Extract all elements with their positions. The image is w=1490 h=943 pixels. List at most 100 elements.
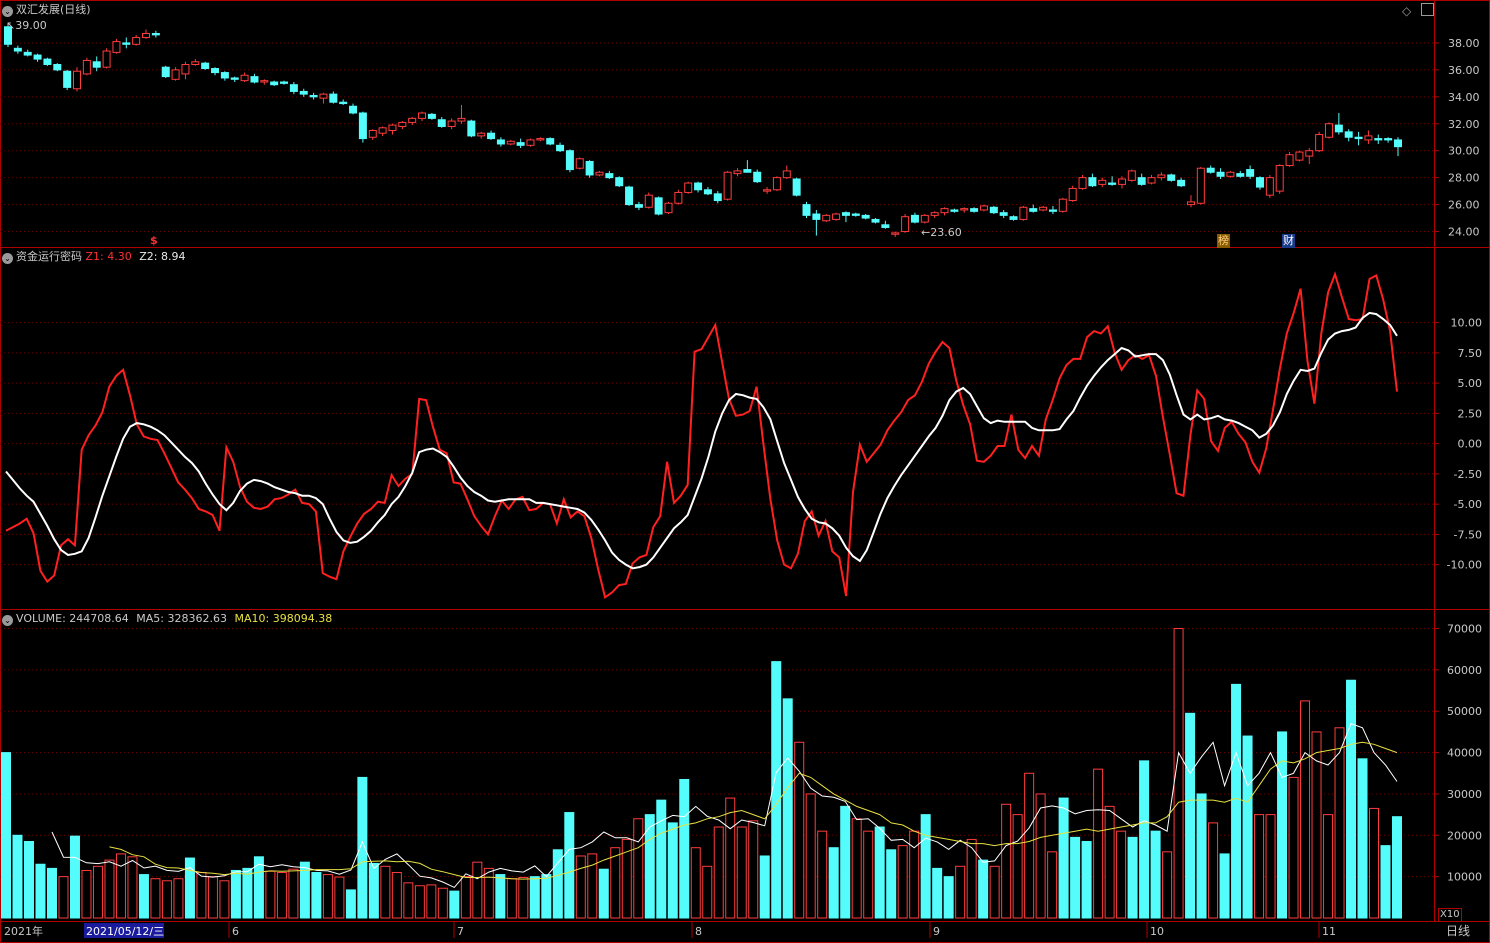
- candle-body: [901, 216, 910, 233]
- z2-label: Z2:: [139, 250, 158, 263]
- candle-body: [408, 117, 417, 123]
- candle-body: [1117, 178, 1126, 185]
- collapse-icon[interactable]: ⌄: [2, 6, 13, 17]
- dollar-marker[interactable]: $: [150, 234, 158, 248]
- candle-body: [457, 117, 466, 122]
- price-panel-title[interactable]: ⌄ 双汇发展(日线): [2, 3, 91, 17]
- volume-bar: [127, 856, 138, 919]
- diamond-icon[interactable]: ◇: [1402, 4, 1411, 18]
- candle-body: [102, 50, 111, 68]
- volume-bar: [334, 876, 345, 919]
- volume-bar: [1300, 700, 1311, 919]
- volume-bar: [656, 799, 667, 919]
- volume-bar: [1311, 731, 1322, 919]
- volume-bar: [920, 814, 931, 919]
- indicator-tick-label: 0.00: [1458, 438, 1483, 451]
- volume-bar: [69, 835, 80, 919]
- candle-body: [812, 213, 821, 220]
- candle-body: [260, 80, 269, 83]
- volume-bar: [242, 867, 253, 919]
- volume-tick-label: 20000: [1447, 829, 1482, 842]
- candle-body: [1147, 177, 1156, 184]
- volume-bar: [782, 698, 793, 919]
- candle-body: [23, 51, 32, 56]
- candle-body: [1216, 171, 1225, 177]
- candle-body: [230, 77, 239, 80]
- candle-body: [851, 213, 860, 216]
- candle-body: [832, 213, 841, 220]
- volume-bar: [35, 863, 46, 919]
- volume-bar: [1001, 803, 1012, 919]
- volume-bar: [909, 830, 920, 919]
- volume-bar: [736, 826, 747, 919]
- candle-body: [1305, 150, 1314, 157]
- candle-body: [82, 59, 91, 75]
- candle-body: [556, 144, 565, 152]
- candle-body: [1078, 177, 1087, 189]
- volume-bar: [564, 812, 575, 919]
- candle-body: [142, 33, 151, 39]
- volume-bar: [1150, 830, 1161, 919]
- volume-bar: [265, 870, 276, 919]
- candle-body: [1186, 201, 1195, 206]
- volume-bar: [104, 859, 115, 919]
- cai-marker[interactable]: 财: [1282, 234, 1295, 248]
- candle-body: [1019, 206, 1028, 220]
- candle-body: [319, 93, 328, 99]
- volume-bar: [978, 859, 989, 919]
- volume-bar: [989, 865, 1000, 919]
- volume-bar: [633, 818, 644, 919]
- candle-body: [309, 94, 318, 98]
- candle-body: [1127, 170, 1136, 181]
- volume-bar: [575, 855, 586, 919]
- candle-body: [339, 101, 348, 105]
- collapse-icon[interactable]: ⌄: [2, 253, 13, 264]
- candle-body: [506, 140, 515, 145]
- candle-body: [644, 194, 653, 208]
- volume-bar: [472, 861, 483, 919]
- candle-body: [930, 212, 939, 216]
- volume-bar: [1346, 679, 1357, 919]
- price-tick-label: 30.00: [1448, 145, 1480, 158]
- cursor-date-label: 2021/05/12/三: [86, 925, 164, 938]
- volume-bar: [805, 793, 816, 919]
- candle-body: [625, 186, 634, 206]
- candle-body: [1265, 177, 1274, 196]
- candle-body: [181, 63, 190, 75]
- volume-bar: [1104, 805, 1115, 919]
- volume-bar: [621, 838, 632, 919]
- volume-bar: [610, 847, 621, 919]
- candle-body: [782, 170, 791, 179]
- candle-body: [368, 130, 377, 138]
- candle-body: [772, 177, 781, 191]
- period-label[interactable]: 日线: [1446, 924, 1470, 938]
- candle-body: [447, 120, 456, 127]
- x-tick-label: 2021年: [4, 924, 43, 938]
- indicator-panel-title[interactable]: ⌄ 资金运行密码 Z1: 4.30 Z2: 8.94: [2, 250, 186, 264]
- candle-body: [713, 193, 722, 202]
- volume-bar: [529, 876, 540, 919]
- candle-body: [960, 208, 969, 211]
- candle-body: [1255, 177, 1264, 188]
- volume-bar: [1357, 758, 1368, 919]
- candle-body: [565, 150, 574, 171]
- candle-body: [575, 158, 584, 169]
- volume-panel-title[interactable]: ⌄ VOLUME: 244708.64 MA5: 328362.63 MA10: …: [2, 612, 332, 626]
- price-tick-label: 28.00: [1448, 172, 1480, 185]
- candle-body: [674, 191, 683, 204]
- price-tick-label: 38.00: [1448, 37, 1480, 50]
- volume-bar: [725, 797, 736, 919]
- candle-body: [1275, 165, 1284, 192]
- volume-bar: [1047, 851, 1058, 919]
- stock-chart[interactable]: 24.00 26.00 28.00 30.00 32.00 34.00 36.00 38.00…: [0, 0, 1490, 943]
- candle-body: [132, 37, 141, 45]
- volume-bar: [1231, 683, 1242, 919]
- window-toggle-icon[interactable]: [1421, 3, 1434, 16]
- candle-body: [496, 139, 505, 145]
- bang-marker[interactable]: 榜: [1217, 234, 1230, 248]
- candle-body: [989, 206, 998, 214]
- collapse-icon[interactable]: ⌄: [2, 615, 13, 626]
- volume-bar: [1024, 772, 1035, 919]
- volume-bar: [851, 818, 862, 919]
- candle-body: [437, 119, 446, 127]
